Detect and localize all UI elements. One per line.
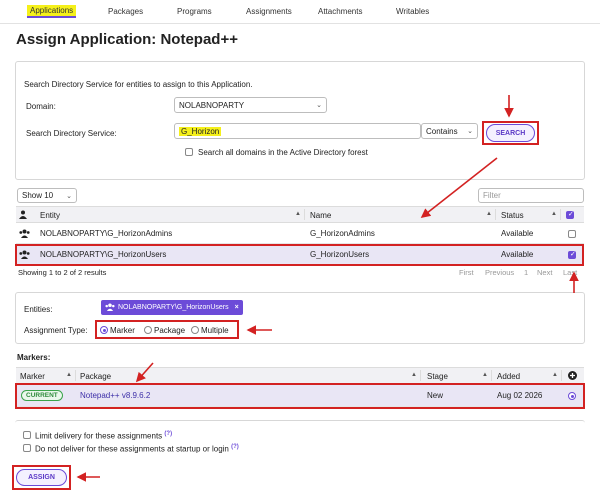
- callout-arrows: [76, 95, 579, 482]
- arrow-marker-package: [135, 362, 154, 383]
- arrow-name-column: [420, 157, 498, 218]
